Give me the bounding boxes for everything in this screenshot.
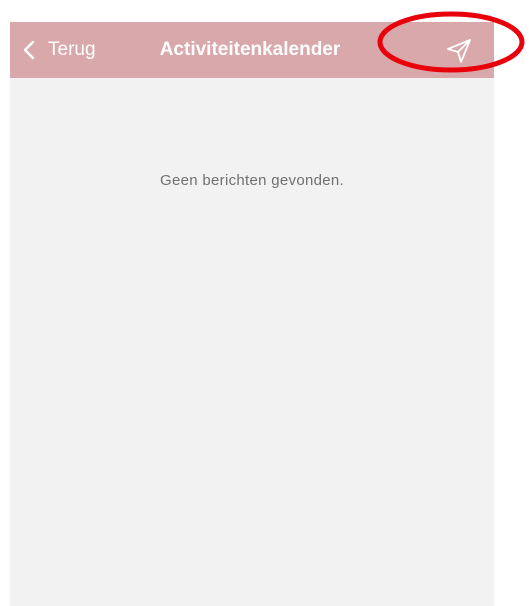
empty-state-message: Geen berichten gevonden. bbox=[160, 172, 344, 189]
chevron-left-icon bbox=[23, 40, 35, 60]
app-screen: Terug Activiteitenkalender Geen berichte… bbox=[10, 22, 494, 606]
send-icon bbox=[447, 39, 471, 63]
page-title: Activiteitenkalender bbox=[159, 39, 341, 60]
send-button[interactable] bbox=[444, 36, 474, 66]
back-button[interactable]: Terug bbox=[18, 22, 96, 78]
back-button-label: Terug bbox=[48, 39, 96, 60]
navigation-bar: Terug Activiteitenkalender bbox=[10, 22, 494, 78]
